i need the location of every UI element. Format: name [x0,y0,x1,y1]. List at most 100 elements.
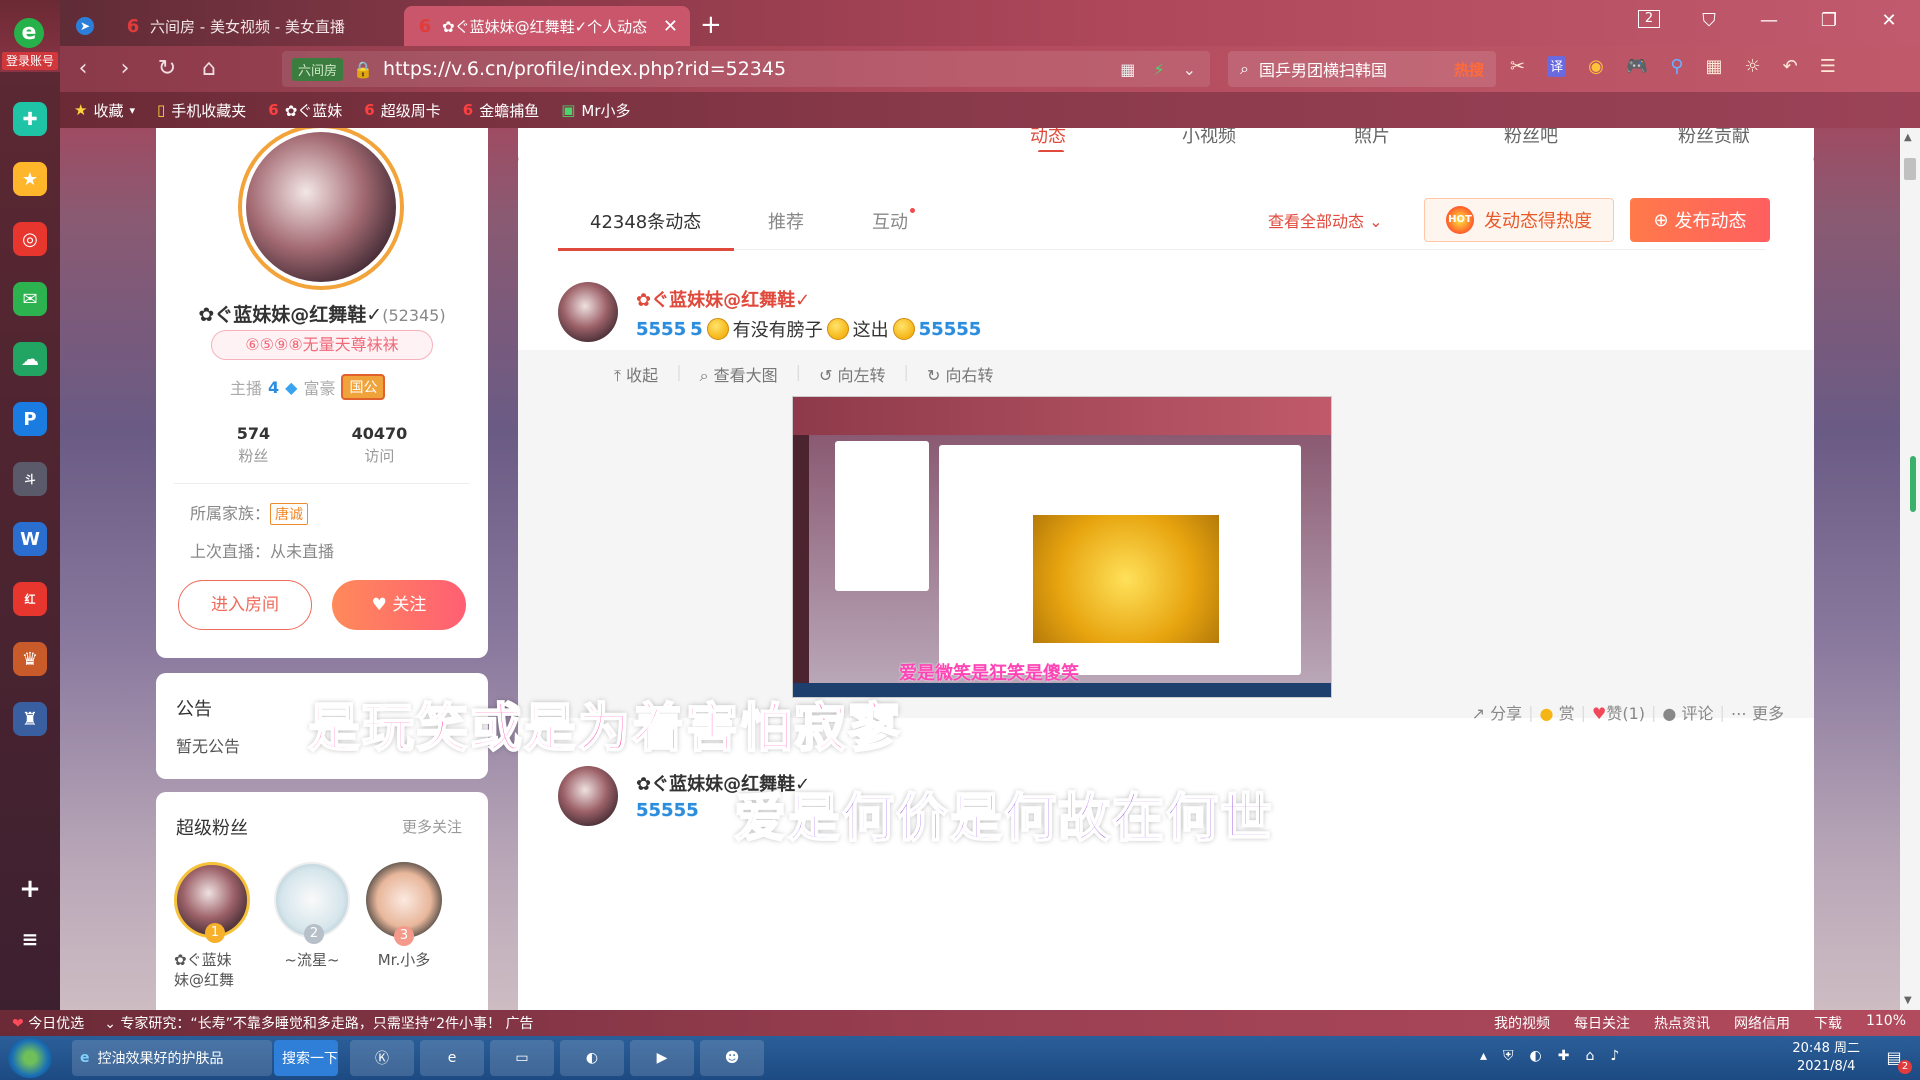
taskbar-chat-icon[interactable]: ☻ [700,1040,764,1076]
browser-brand[interactable]: e 登录账号 [0,0,60,72]
taskbar-video-icon[interactable]: ▶ [630,1040,694,1076]
translate-icon[interactable]: 译 [1547,56,1567,77]
daily-follow-link[interactable]: 每日关注 [1574,1013,1630,1033]
profile-avatar[interactable] [238,128,404,290]
add-icon[interactable]: + [13,872,47,906]
lightning-icon[interactable]: ⚡ [1153,60,1164,79]
zoom-level[interactable]: 110% [1866,1013,1906,1033]
scroll-thumb[interactable] [1904,158,1916,180]
page-scrollbar[interactable]: ▲ ▼ [1900,128,1920,1010]
mail-icon[interactable]: ✉ [13,282,47,316]
game-app-icon[interactable]: 斗 [13,462,47,496]
favorite-star-icon[interactable]: ★ [13,162,47,196]
bookmark-weekcard[interactable]: 6 超级周卡 [364,100,440,121]
scissors-icon[interactable]: ✂ [1510,56,1525,77]
tray-shield-icon[interactable]: ⛨ [1503,1048,1514,1064]
tray-volume-icon[interactable]: ♪ [1610,1048,1619,1064]
like-button[interactable]: ♥赞(1) [1592,700,1645,724]
fan-item[interactable]: 3 Mr.小多 [364,862,444,970]
tray-browser-icon[interactable]: ◐ [1530,1048,1542,1064]
comment-button[interactable]: ● 评论 [1662,700,1713,724]
taskbar-k-app-icon[interactable]: Ⓚ [350,1040,414,1076]
nav-short-video[interactable]: 小视频 [1182,128,1236,148]
undo-icon[interactable]: ↶ [1783,56,1798,77]
plus-app-icon[interactable]: ✚ [13,102,47,136]
fans-stat[interactable]: 574 粉丝 [237,424,270,466]
news-ticker[interactable]: ⌄ 专家研究：“长寿”不靠多睡觉和多走路，只需坚持“2件小事！ 广告 [104,1013,533,1033]
nav-dynamics[interactable]: 动态 [1030,128,1066,148]
fan-item[interactable]: 2 ~流星~ [272,862,352,970]
hot-post-button[interactable]: HOT 发动态得热度 [1424,198,1614,242]
taskbar-browser-icon[interactable]: ◐ [560,1040,624,1076]
restore-icon[interactable]: ❐ [1818,10,1840,31]
family-badge[interactable]: 唐诚 [270,503,309,525]
taskbar-ie-icon[interactable]: e [420,1040,484,1076]
forward-icon[interactable]: › [110,54,140,84]
hot-search-label[interactable]: 热搜 [1454,59,1484,80]
tray-arrow-icon[interactable]: ▴ [1480,1048,1487,1064]
more-button[interactable]: ⋯ 更多 [1731,700,1784,724]
post-author[interactable]: ✿ぐ蓝妹妹@红舞鞋✓ [636,286,810,312]
tab-close-icon[interactable]: ✕ [663,16,678,37]
back-icon[interactable]: ‹ [68,54,98,84]
game-icon[interactable]: ♛ [13,642,47,676]
reward-button[interactable]: ● 赏 [1540,700,1575,724]
new-tab-button[interactable]: + [700,10,722,40]
tab-interaction[interactable]: 互动 [872,208,915,234]
bookmark-lanmei[interactable]: 6 ✿ぐ蓝妹 [268,100,342,121]
p-app-icon[interactable]: P [13,402,47,436]
post-screenshot-image[interactable]: 爱是微笑是狂笑是傻笑 [792,396,1332,698]
magnifier-icon[interactable]: ⚲ [1670,56,1683,77]
tray-network-icon[interactable]: ⌂ [1585,1048,1594,1064]
clock[interactable]: 20:48 周二 2021/8/4 [1792,1040,1860,1076]
avatar[interactable] [558,282,618,342]
tray-plus-icon[interactable]: ✚ [1558,1048,1570,1064]
chevron-down-icon[interactable]: ⌄ [1183,60,1196,79]
url-text[interactable]: https://v.6.cn/profile/index.php?rid=523… [383,58,786,80]
rotate-right-button[interactable]: ↻ 向右转 [927,362,994,386]
start-button[interactable] [8,1038,52,1078]
fan-item[interactable]: 1 ✿ぐ蓝妹 妹@红舞 [172,862,252,990]
my-videos-link[interactable]: 我的视频 [1494,1013,1550,1033]
tab-profile-active[interactable]: 6 ✿ぐ蓝妹妹@红舞鞋✓个人动态 ✕ [404,6,690,46]
view-large-button[interactable]: ⌕ 查看大图 [700,362,778,386]
window-count-icon[interactable]: 2 [1638,10,1660,28]
scroll-up-icon[interactable]: ▲ [1904,132,1912,143]
avatar[interactable] [558,766,618,826]
coin-icon[interactable]: ◉ [1588,56,1604,77]
bookmark-mobile[interactable]: ▯ 手机收藏夹 [157,100,246,121]
tab-all-dynamics[interactable]: 42348条动态 [590,208,701,234]
minimize-icon[interactable]: — [1758,10,1780,31]
share-button[interactable]: ↗ 分享 [1472,700,1523,724]
scroll-down-icon[interactable]: ▼ [1904,995,1912,1006]
gamepad-icon[interactable]: 🎮 [1626,56,1648,77]
menu-icon[interactable]: ☰ [1820,56,1836,77]
follow-button[interactable]: ♥ 关注 [332,580,466,630]
nav-fan-bar[interactable]: 粉丝吧 [1504,128,1558,148]
home-icon[interactable]: ⌂ [194,54,224,84]
search-query[interactable]: 国乒男团横扫韩国 [1259,57,1387,81]
address-bar[interactable]: 六间房 🔒 https://v.6.cn/profile/index.php?r… [282,51,1210,87]
taskbar-ie-search[interactable]: e 控油效果好的护肤品 [72,1040,272,1076]
more-follow-link[interactable]: 更多关注 [402,816,462,837]
tab-compass[interactable]: ➤ [60,6,110,46]
weibo-icon[interactable]: ◎ [13,222,47,256]
view-all-dropdown[interactable]: 查看全部动态 ⌄ [1268,208,1383,232]
nav-fan-contribution[interactable]: 粉丝贡献 [1678,128,1750,148]
login-button[interactable]: 登录账号 [2,52,58,70]
tab-liujianfang[interactable]: 6 六间房 - 美女视频 - 美女直播 [112,6,402,46]
word-icon[interactable]: W [13,522,47,556]
publish-button[interactable]: ⊕ 发布动态 [1630,198,1770,242]
shirt-skin-icon[interactable]: ⛉ [1698,10,1720,31]
brightness-icon[interactable]: ☼ [1744,56,1760,77]
bookmark-fishing[interactable]: 6 金蟾捕鱼 [463,100,539,121]
bookmark-favorites[interactable]: ★ 收藏 ▾ [74,100,135,121]
close-window-icon[interactable]: ✕ [1878,10,1900,31]
rotate-left-button[interactable]: ↺ 向左转 [819,362,886,386]
refresh-icon[interactable]: ↻ [152,54,182,84]
enter-room-button[interactable]: 进入房间 [178,580,312,630]
nav-photos[interactable]: 照片 [1354,128,1390,148]
tab-recommend[interactable]: 推荐 [768,208,804,234]
today-picks[interactable]: ❤ 今日优选 [12,1013,84,1033]
hot-news-link[interactable]: 热点资讯 [1654,1013,1710,1033]
